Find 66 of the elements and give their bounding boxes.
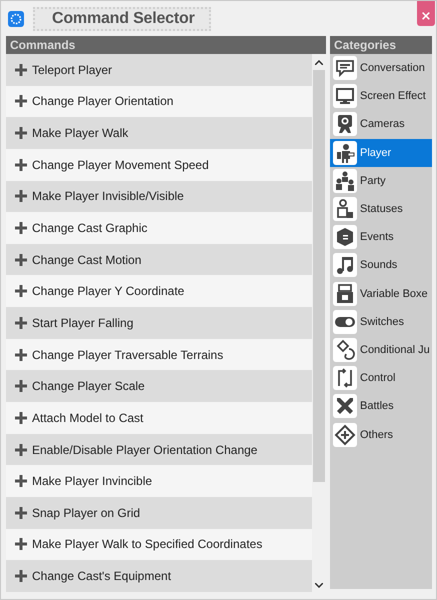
window-title: Command Selector (33, 6, 211, 30)
command-item[interactable]: Change Cast Motion (6, 244, 312, 276)
people-icon (333, 168, 357, 193)
plus-icon (15, 316, 27, 329)
command-item[interactable]: Change Cast's Equipment (6, 560, 312, 592)
plus-icon (15, 538, 27, 550)
category-item[interactable]: Statuses (330, 194, 432, 224)
category-item[interactable]: Screen Effect (330, 82, 432, 110)
plus-icon (15, 412, 27, 424)
plus-icon (15, 254, 27, 266)
figure-icon (333, 140, 357, 165)
command-item[interactable]: Change Cast Graphic (6, 212, 312, 244)
category-item[interactable]: Cameras (330, 110, 432, 139)
category-item[interactable]: Others (330, 420, 432, 449)
plus-icon (15, 475, 27, 488)
category-item[interactable]: Events (330, 223, 432, 252)
category-item[interactable]: Battles (330, 392, 432, 420)
category-item[interactable]: Switches (330, 308, 432, 336)
category-item[interactable]: Player (330, 138, 432, 167)
plus-icon (15, 570, 27, 582)
command-item[interactable]: Make Player Invisible/Visible (6, 180, 312, 212)
command-item[interactable]: Change Player Scale (6, 370, 312, 402)
music-note-icon (333, 253, 357, 278)
plus-icon (15, 95, 27, 108)
plus-icon (15, 444, 27, 456)
command-item[interactable]: Enable/Disable Player Orientation Change (6, 434, 312, 466)
command-item[interactable]: Snap Player on Grid (6, 496, 312, 529)
scroll-down-icon[interactable] (315, 583, 323, 588)
plus-icon (15, 127, 27, 140)
command-item[interactable]: Start Player Falling (6, 307, 312, 339)
arrows-icon (333, 366, 357, 390)
plus-icon (15, 285, 27, 298)
category-item[interactable]: Control (330, 364, 432, 392)
scroll-up-icon[interactable] (315, 60, 323, 65)
camera-icon (333, 112, 357, 136)
plus-icon (15, 64, 27, 76)
command-item[interactable]: Change Player Y Coordinate (6, 275, 312, 308)
box-icon (333, 282, 357, 306)
command-item[interactable]: Make Player Invincible (6, 465, 312, 497)
panel-header: Commands (6, 36, 326, 54)
plus-icon (15, 380, 27, 392)
command-item[interactable]: Change Player Orientation (6, 86, 312, 118)
speech-bubble-icon (333, 56, 357, 80)
plus-icon (15, 506, 27, 519)
panel-header: Categories (330, 36, 432, 54)
command-item[interactable]: Make Player Walk to Specified Coordinates (6, 528, 312, 560)
command-item[interactable]: Change Player Movement Speed (6, 148, 312, 181)
plus-icon (15, 190, 27, 202)
plus-icon (15, 222, 27, 234)
toggle-icon (333, 310, 357, 334)
plus-icon (15, 348, 27, 361)
close-button[interactable]: × (417, 1, 435, 26)
category-item[interactable]: Conversation (330, 54, 432, 82)
category-item[interactable]: Sounds (330, 251, 432, 280)
command-item[interactable]: Attach Model to Cast (6, 402, 312, 434)
monitor-icon (333, 84, 357, 108)
figure-icon (333, 197, 357, 222)
command-item[interactable]: Make Player Walk (6, 117, 312, 149)
command-item[interactable]: Teleport Player (6, 54, 312, 86)
scroll-thumb[interactable] (313, 70, 325, 482)
category-item[interactable]: Conditional Ju (330, 336, 432, 364)
command-item[interactable]: Change Player Traversable Terrains (6, 338, 312, 370)
diamond-plus-icon (333, 422, 357, 447)
category-item[interactable]: Variable Boxe (330, 280, 432, 308)
category-item[interactable]: Party (330, 166, 432, 195)
plus-icon (15, 158, 27, 171)
